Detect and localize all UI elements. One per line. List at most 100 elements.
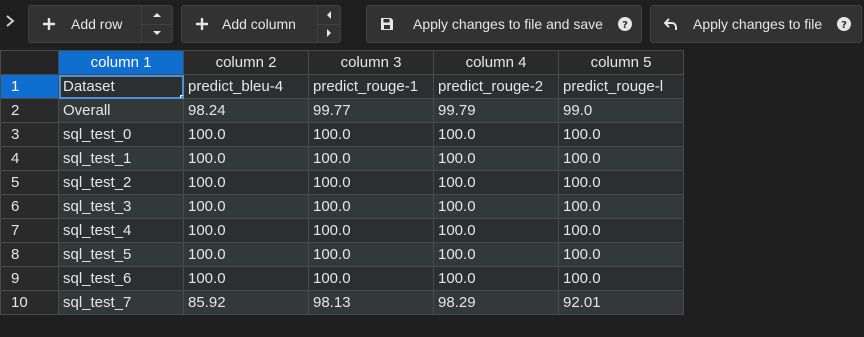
table-row: 8 sql_test_5 100.0 100.0 100.0 100.0	[0, 242, 684, 267]
table-cell[interactable]: 100.0	[433, 146, 559, 171]
row-number[interactable]: 8	[0, 242, 59, 267]
table-row: 2 Overall 98.24 99.77 99.79 99.0	[0, 98, 684, 123]
help-icon[interactable]: ?	[617, 16, 633, 32]
table-cell[interactable]: sql_test_1	[58, 146, 184, 171]
table-cell[interactable]: 100.0	[308, 194, 434, 219]
column-header[interactable]: column 2	[183, 50, 309, 75]
table-cell[interactable]: 100.0	[308, 146, 434, 171]
add-column-button[interactable]: Add column	[181, 5, 341, 43]
table-cell[interactable]: Overall	[58, 98, 184, 123]
table-cell[interactable]: sql_test_2	[58, 170, 184, 195]
add-column-label: Add column	[222, 16, 296, 32]
table-cell[interactable]: sql_test_6	[58, 266, 184, 291]
table-cell[interactable]: 99.77	[308, 98, 434, 123]
table-cell[interactable]: 85.92	[183, 290, 309, 315]
table-cell[interactable]: sql_test_3	[58, 194, 184, 219]
apply-changes-label: Apply changes to file	[693, 16, 823, 32]
table-cell[interactable]: 100.0	[183, 146, 309, 171]
column-header[interactable]: column 3	[308, 50, 434, 75]
table-cell[interactable]: 100.0	[183, 194, 309, 219]
table-cell[interactable]: 100.0	[183, 218, 309, 243]
table-cell[interactable]: predict_rouge-1	[308, 74, 434, 99]
table-cell[interactable]: 99.79	[433, 98, 559, 123]
table-cell[interactable]: 100.0	[308, 122, 434, 147]
row-number[interactable]: 9	[0, 266, 59, 291]
plus-icon	[194, 16, 210, 32]
table-cell[interactable]: 100.0	[433, 266, 559, 291]
table-cell[interactable]: 100.0	[558, 242, 684, 267]
add-row-label: Add row	[71, 16, 123, 32]
table-cell[interactable]: 99.0	[558, 98, 684, 123]
table-cell[interactable]: 100.0	[433, 218, 559, 243]
table-cell[interactable]: predict_rouge-l	[558, 74, 684, 99]
table-cell[interactable]: 100.0	[308, 266, 434, 291]
table-cell[interactable]: 100.0	[558, 194, 684, 219]
help-icon[interactable]: ?	[836, 16, 852, 32]
table-cell[interactable]: 100.0	[308, 242, 434, 267]
table-cell[interactable]: 100.0	[183, 122, 309, 147]
table-cell[interactable]: sql_test_4	[58, 218, 184, 243]
row-number[interactable]: 10	[0, 290, 59, 315]
table-cell[interactable]: 100.0	[183, 242, 309, 267]
table-cell[interactable]: 100.0	[558, 122, 684, 147]
caret-left-icon[interactable]	[318, 6, 340, 24]
table-cell[interactable]: 100.0	[433, 122, 559, 147]
selected-cell[interactable]: Dataset	[58, 74, 184, 99]
caret-down-icon[interactable]	[142, 23, 172, 43]
table-cell[interactable]: predict_rouge-2	[433, 74, 559, 99]
table-row: 3 sql_test_0 100.0 100.0 100.0 100.0	[0, 122, 684, 147]
table-cell[interactable]: predict_bleu-4	[183, 74, 309, 99]
column-header[interactable]: column 1	[58, 50, 184, 75]
table-row: 6 sql_test_3 100.0 100.0 100.0 100.0	[0, 194, 684, 219]
apply-changes-and-save-button[interactable]: Apply changes to file and save ?	[366, 5, 642, 43]
column-move-spinner	[317, 6, 340, 42]
table-row: 5 sql_test_2 100.0 100.0 100.0 100.0	[0, 170, 684, 195]
table-row: 10 sql_test_7 85.92 98.13 98.29 92.01	[0, 290, 684, 315]
row-number[interactable]: 4	[0, 146, 59, 171]
table-cell[interactable]: 100.0	[558, 146, 684, 171]
svg-text:?: ?	[841, 20, 847, 31]
table-cell[interactable]: 100.0	[433, 194, 559, 219]
corner-cell[interactable]	[0, 50, 59, 75]
table-cell[interactable]: 100.0	[433, 170, 559, 195]
column-header-row: column 1 column 2 column 3 column 4 colu…	[0, 50, 684, 75]
column-header[interactable]: column 5	[558, 50, 684, 75]
spreadsheet-table: column 1 column 2 column 3 column 4 colu…	[0, 50, 684, 315]
table-cell[interactable]: 100.0	[558, 170, 684, 195]
apply-changes-and-save-label: Apply changes to file and save	[413, 16, 603, 32]
table-cell[interactable]: 92.01	[558, 290, 684, 315]
table-cell[interactable]: 100.0	[558, 218, 684, 243]
row-number[interactable]: 7	[0, 218, 59, 243]
toolbar: Add row Add column Apply changes to file…	[0, 0, 864, 48]
table-cell[interactable]: sql_test_0	[58, 122, 184, 147]
table-row: 4 sql_test_1 100.0 100.0 100.0 100.0	[0, 146, 684, 171]
table-cell[interactable]: 100.0	[558, 266, 684, 291]
table-cell[interactable]: 98.29	[433, 290, 559, 315]
row-number[interactable]: 2	[0, 98, 59, 123]
table-cell[interactable]: 98.13	[308, 290, 434, 315]
table-row: 7 sql_test_4 100.0 100.0 100.0 100.0	[0, 218, 684, 243]
caret-up-icon[interactable]	[142, 6, 172, 24]
save-icon	[379, 16, 395, 32]
row-move-spinner	[141, 6, 172, 42]
table-cell[interactable]: sql_test_7	[58, 290, 184, 315]
fill-handle[interactable]	[180, 95, 183, 98]
table-cell[interactable]: 100.0	[183, 170, 309, 195]
add-row-button[interactable]: Add row	[28, 5, 173, 43]
table-cell[interactable]: sql_test_5	[58, 242, 184, 267]
table-cell[interactable]: 100.0	[308, 218, 434, 243]
table-cell[interactable]: 100.0	[183, 266, 309, 291]
column-header[interactable]: column 4	[433, 50, 559, 75]
table-cell[interactable]: 100.0	[308, 170, 434, 195]
chevron-right-icon[interactable]	[3, 12, 17, 30]
apply-changes-button[interactable]: Apply changes to file ?	[650, 5, 862, 43]
svg-text:?: ?	[622, 20, 628, 31]
table-cell[interactable]: 100.0	[433, 242, 559, 267]
row-number[interactable]: 1	[0, 74, 59, 99]
table-row: 9 sql_test_6 100.0 100.0 100.0 100.0	[0, 266, 684, 291]
row-number[interactable]: 5	[0, 170, 59, 195]
row-number[interactable]: 3	[0, 122, 59, 147]
row-number[interactable]: 6	[0, 194, 59, 219]
table-cell[interactable]: 98.24	[183, 98, 309, 123]
caret-right-icon[interactable]	[318, 23, 340, 43]
